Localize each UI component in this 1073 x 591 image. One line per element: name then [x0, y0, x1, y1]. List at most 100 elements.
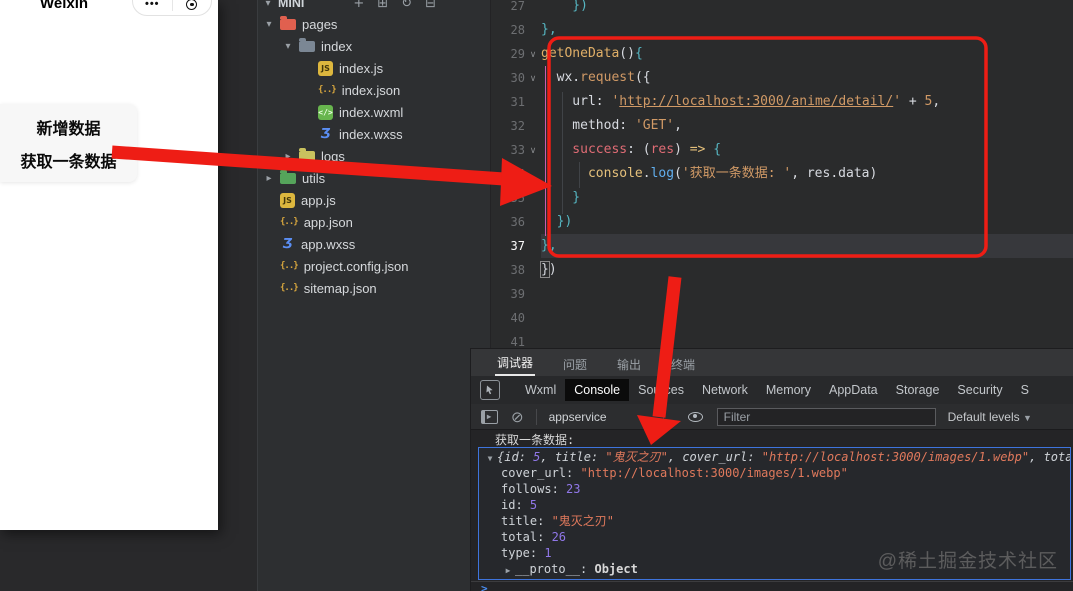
panel-toggle-icon[interactable]: ▸ — [481, 409, 498, 424]
inspect-element-icon[interactable] — [480, 380, 500, 400]
preview-token: , — [540, 450, 555, 464]
code-token: . — [642, 166, 651, 181]
code-token: res — [650, 142, 675, 157]
clear-console-icon[interactable]: ⊘ — [511, 408, 524, 426]
tab-appdata[interactable]: AppData — [820, 379, 887, 401]
add-data-button[interactable]: 新增数据 — [0, 115, 137, 139]
tab-storage[interactable]: Storage — [887, 379, 949, 401]
tree-item-logs[interactable]: ▸ logs — [258, 145, 490, 167]
code-line-36[interactable]: 36 }) — [491, 210, 1073, 234]
tab-console[interactable]: Console — [565, 379, 630, 401]
tab-问题[interactable]: 问题 — [561, 352, 589, 376]
code-text: }) — [541, 0, 1073, 18]
fold-chevron-icon[interactable]: ∨ — [525, 145, 541, 156]
log-levels-select[interactable]: Default levels ▼ — [948, 410, 1032, 424]
code-token: : — [619, 118, 635, 133]
tree-item-app.wxss[interactable]: Ʒapp.wxss — [258, 233, 490, 255]
collapse-all-icon[interactable]: ⊟ — [425, 0, 436, 11]
preview-token: : — [747, 450, 762, 464]
refresh-icon[interactable]: ↻ — [401, 0, 412, 11]
code-line-37[interactable]: 37}, — [491, 234, 1073, 258]
json-file-icon: {..} — [318, 84, 337, 95]
tree-item-utils[interactable]: ▸ utils — [258, 167, 490, 189]
code-line-31[interactable]: 31 url: 'http://localhost:3000/anime/det… — [491, 90, 1073, 114]
tree-item-index[interactable]: ▾ index — [258, 35, 490, 57]
folder-icon — [299, 37, 315, 52]
tree-item-app.js[interactable]: JS app.js — [258, 189, 490, 211]
tab-调试器[interactable]: 调试器 — [495, 350, 536, 376]
tree-root-row[interactable]: ▾ MINI + ⊞ ↻ ⊟ — [258, 0, 490, 13]
tree-item-app.json[interactable]: {..} app.json — [258, 211, 490, 233]
tree-item-index.js[interactable]: JS index.js — [258, 57, 490, 79]
code-token: }) — [541, 0, 588, 13]
tree-item-index.json[interactable]: {..} index.json — [258, 79, 490, 101]
fold-chevron-icon[interactable]: ∨ — [525, 73, 541, 84]
code-line-39[interactable]: 39 — [491, 282, 1073, 306]
line-number: 39 — [510, 287, 525, 301]
capsule-button[interactable]: ••• — [132, 0, 212, 16]
caret-right-icon[interactable]: ▶ — [501, 563, 515, 577]
code-token: () — [619, 46, 635, 61]
object-preview-row[interactable]: ▼ {id: 5, title: "鬼灭之刃", cover_url: "http… — [483, 449, 1070, 465]
tree-item-project.config.json[interactable]: {..} project.config.json — [258, 255, 490, 277]
more-icon[interactable]: ••• — [133, 0, 172, 10]
tree-item-index.wxss[interactable]: Ʒindex.wxss — [258, 123, 490, 145]
tree-item-label: index.js — [339, 60, 384, 76]
file-tree-items: ▾ pages ▾ index JS index.js {..} index.json </> i… — [258, 13, 490, 299]
object-preview-text: {id: 5, title: "鬼灭之刃", cover_url: "http:… — [497, 450, 1070, 464]
eye-icon[interactable] — [687, 411, 703, 422]
tab-sources[interactable]: Sources — [629, 379, 693, 401]
code-token: ) — [674, 142, 690, 157]
code-line-33[interactable]: 33 ∨ success: (res) => { — [491, 138, 1073, 162]
indent-guide — [579, 162, 580, 188]
chevron-down-icon: ▾ — [265, 0, 271, 9]
code-line-30[interactable]: 30 ∨ wx.request({ — [491, 66, 1073, 90]
code-line-28[interactable]: 28}, — [491, 18, 1073, 42]
console-toolbar: ▸ ⊘ appservice Default levels ▼ — [471, 404, 1073, 430]
code-line-32[interactable]: 32 method: 'GET', — [491, 114, 1073, 138]
console-prompt[interactable]: > — [471, 581, 1073, 591]
tree-toolbar: + ⊞ ↻ ⊟ — [353, 0, 436, 11]
tab-输出[interactable]: 输出 — [615, 352, 643, 376]
new-folder-icon[interactable]: ⊞ — [377, 0, 388, 11]
tree-item-index.wxml[interactable]: </> index.wxml — [258, 101, 490, 123]
code-token: method — [541, 118, 620, 133]
code-token: ) — [548, 262, 557, 277]
tab-s[interactable]: S — [1012, 379, 1038, 401]
code-line-41[interactable]: 41 — [491, 330, 1073, 348]
new-file-icon[interactable]: + — [353, 0, 364, 11]
code-text: wx.request({ — [541, 66, 1073, 90]
fold-chevron-icon[interactable]: ∨ — [525, 49, 541, 60]
context-select[interactable]: appservice — [549, 410, 607, 424]
line-number: 27 — [510, 0, 525, 13]
object-property-cover_url: cover_url: "http://localhost:3000/images… — [483, 465, 1070, 481]
chevron-down-icon: ▾ — [266, 18, 272, 30]
home-icon[interactable] — [173, 0, 212, 10]
code-line-29[interactable]: 29 ∨ getOneData(){ — [491, 42, 1073, 66]
tab-security[interactable]: Security — [948, 379, 1011, 401]
page-title: Weixin — [40, 0, 89, 12]
property-name: type: — [501, 546, 545, 560]
tree-item-sitemap.json[interactable]: {..} sitemap.json — [258, 277, 490, 299]
code-text: }) — [541, 210, 1073, 234]
code-line-40[interactable]: 40 — [491, 306, 1073, 330]
tab-memory[interactable]: Memory — [757, 379, 820, 401]
code-line-35[interactable]: 35 } — [491, 186, 1073, 210]
tab-wxml[interactable]: Wxml — [516, 379, 565, 401]
code-token: } — [540, 261, 550, 278]
tree-item-label: logs — [321, 148, 345, 164]
caret-down-icon[interactable]: ▼ — [483, 451, 497, 465]
tab-network[interactable]: Network — [693, 379, 757, 401]
line-number: 41 — [510, 335, 525, 348]
get-one-data-button[interactable]: 获取一条数据 — [0, 148, 137, 172]
code-token: { — [705, 142, 722, 157]
preview-token: "http://localhost:3000/images/1.webp" — [761, 450, 1030, 464]
tree-item-pages[interactable]: ▾ pages — [258, 13, 490, 35]
code-token: { — [634, 46, 643, 61]
code-line-27[interactable]: 27 }) — [491, 0, 1073, 18]
property-value: "鬼灭之刃" — [551, 514, 615, 528]
filter-input[interactable] — [716, 407, 936, 426]
code-line-38[interactable]: 38}) — [491, 258, 1073, 282]
object-property-total: total: 26 — [483, 529, 1070, 545]
tab-终端[interactable]: 终端 — [669, 352, 697, 376]
